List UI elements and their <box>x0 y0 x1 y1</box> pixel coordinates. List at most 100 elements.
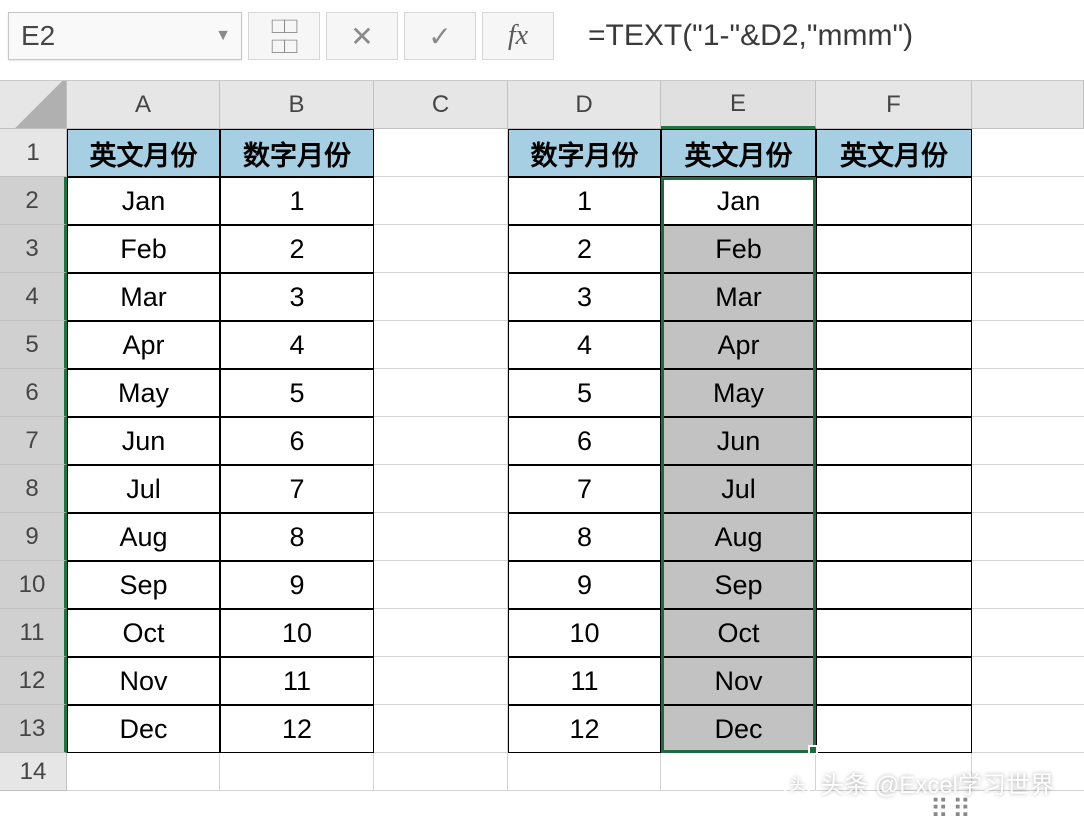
cell-F12[interactable] <box>816 657 972 705</box>
cell-D11[interactable]: 10 <box>508 609 661 657</box>
cell-B10[interactable]: 9 <box>220 561 374 609</box>
cell-E6[interactable]: May <box>661 369 816 417</box>
cell-E14[interactable] <box>661 753 816 791</box>
row-header-3[interactable]: 3 <box>0 225 67 273</box>
row-header-10[interactable]: 10 <box>0 561 67 609</box>
cell-E12[interactable]: Nov <box>661 657 816 705</box>
cell-E10[interactable]: Sep <box>661 561 816 609</box>
col-header-blank[interactable] <box>972 81 1084 129</box>
cell-B4[interactable]: 3 <box>220 273 374 321</box>
cell-C11[interactable] <box>374 609 508 657</box>
row-header-2[interactable]: 2 <box>0 177 67 225</box>
cell-C8[interactable] <box>374 465 508 513</box>
cell-A3[interactable]: Feb <box>67 225 220 273</box>
row-header-6[interactable]: 6 <box>0 369 67 417</box>
formula-input[interactable]: =TEXT("1-"&D2,"mmm") <box>560 12 1076 60</box>
select-all-corner[interactable] <box>0 81 67 129</box>
cell-E7[interactable]: Jun <box>661 417 816 465</box>
fx-button[interactable]: fx <box>482 12 554 60</box>
cell-D8[interactable]: 7 <box>508 465 661 513</box>
cell-F2[interactable] <box>816 177 972 225</box>
cell-D7[interactable]: 6 <box>508 417 661 465</box>
cell-F4[interactable] <box>816 273 972 321</box>
cell-B12[interactable]: 11 <box>220 657 374 705</box>
row-header-11[interactable]: 11 <box>0 609 67 657</box>
cell-C5[interactable] <box>374 321 508 369</box>
col-header-c[interactable]: C <box>374 81 508 129</box>
row-header-7[interactable]: 7 <box>0 417 67 465</box>
cell-B5[interactable]: 4 <box>220 321 374 369</box>
cell-A7[interactable]: Jun <box>67 417 220 465</box>
cell-F14[interactable] <box>816 753 972 791</box>
cell-G5[interactable] <box>972 321 1084 369</box>
col-header-a[interactable]: A <box>67 81 220 129</box>
cell-A9[interactable]: Aug <box>67 513 220 561</box>
cell-G11[interactable] <box>972 609 1084 657</box>
cell-F3[interactable] <box>816 225 972 273</box>
cell-B3[interactable]: 2 <box>220 225 374 273</box>
cell-B6[interactable]: 5 <box>220 369 374 417</box>
cell-B9[interactable]: 8 <box>220 513 374 561</box>
row-header-9[interactable]: 9 <box>0 513 67 561</box>
cell-A8[interactable]: Jul <box>67 465 220 513</box>
cell-A14[interactable] <box>67 753 220 791</box>
row-header-12[interactable]: 12 <box>0 657 67 705</box>
col-header-f[interactable]: F <box>816 81 972 129</box>
row-header-1[interactable]: 1 <box>0 129 67 177</box>
cell-C2[interactable] <box>374 177 508 225</box>
cell-A5[interactable]: Apr <box>67 321 220 369</box>
cell-B2[interactable]: 1 <box>220 177 374 225</box>
cell-E4[interactable]: Mar <box>661 273 816 321</box>
cell-D13[interactable]: 12 <box>508 705 661 753</box>
cell-G4[interactable] <box>972 273 1084 321</box>
cell-F9[interactable] <box>816 513 972 561</box>
spreadsheet-grid[interactable]: A B C D E F 1 英文月份 数字月份 数字月份 英文月份 英文月份 2… <box>0 80 1084 791</box>
cell-F1[interactable]: 英文月份 <box>816 129 972 177</box>
enter-button[interactable]: ✓ <box>404 12 476 60</box>
cell-G7[interactable] <box>972 417 1084 465</box>
cell-E9[interactable]: Aug <box>661 513 816 561</box>
cell-C14[interactable] <box>374 753 508 791</box>
cell-A11[interactable]: Oct <box>67 609 220 657</box>
cell-G8[interactable] <box>972 465 1084 513</box>
cell-A10[interactable]: Sep <box>67 561 220 609</box>
cell-F8[interactable] <box>816 465 972 513</box>
cell-C7[interactable] <box>374 417 508 465</box>
cell-G1[interactable] <box>972 129 1084 177</box>
row-header-8[interactable]: 8 <box>0 465 67 513</box>
cell-C12[interactable] <box>374 657 508 705</box>
cell-G14[interactable] <box>972 753 1084 791</box>
cell-E13[interactable]: Dec <box>661 705 816 753</box>
cell-C6[interactable] <box>374 369 508 417</box>
cell-D3[interactable]: 2 <box>508 225 661 273</box>
cell-F6[interactable] <box>816 369 972 417</box>
cell-B11[interactable]: 10 <box>220 609 374 657</box>
cell-G13[interactable] <box>972 705 1084 753</box>
cancel-button[interactable]: ✕ <box>326 12 398 60</box>
cell-B1[interactable]: 数字月份 <box>220 129 374 177</box>
cell-C13[interactable] <box>374 705 508 753</box>
cell-C9[interactable] <box>374 513 508 561</box>
cell-G10[interactable] <box>972 561 1084 609</box>
cell-G6[interactable] <box>972 369 1084 417</box>
cell-B14[interactable] <box>220 753 374 791</box>
cell-F13[interactable] <box>816 705 972 753</box>
cell-F11[interactable] <box>816 609 972 657</box>
cell-F7[interactable] <box>816 417 972 465</box>
cell-G2[interactable] <box>972 177 1084 225</box>
cell-A2[interactable]: Jan <box>67 177 220 225</box>
cell-A1[interactable]: 英文月份 <box>67 129 220 177</box>
row-header-5[interactable]: 5 <box>0 321 67 369</box>
col-header-e[interactable]: E <box>661 81 816 129</box>
cell-G9[interactable] <box>972 513 1084 561</box>
name-box[interactable]: E2 ▼ <box>8 12 242 60</box>
cell-A13[interactable]: Dec <box>67 705 220 753</box>
function-wizard-button[interactable]: □□□□ <box>248 12 320 60</box>
cell-D9[interactable]: 8 <box>508 513 661 561</box>
row-header-13[interactable]: 13 <box>0 705 67 753</box>
cell-B8[interactable]: 7 <box>220 465 374 513</box>
cell-A4[interactable]: Mar <box>67 273 220 321</box>
cell-D5[interactable]: 4 <box>508 321 661 369</box>
cell-D14[interactable] <box>508 753 661 791</box>
cell-C1[interactable] <box>374 129 508 177</box>
